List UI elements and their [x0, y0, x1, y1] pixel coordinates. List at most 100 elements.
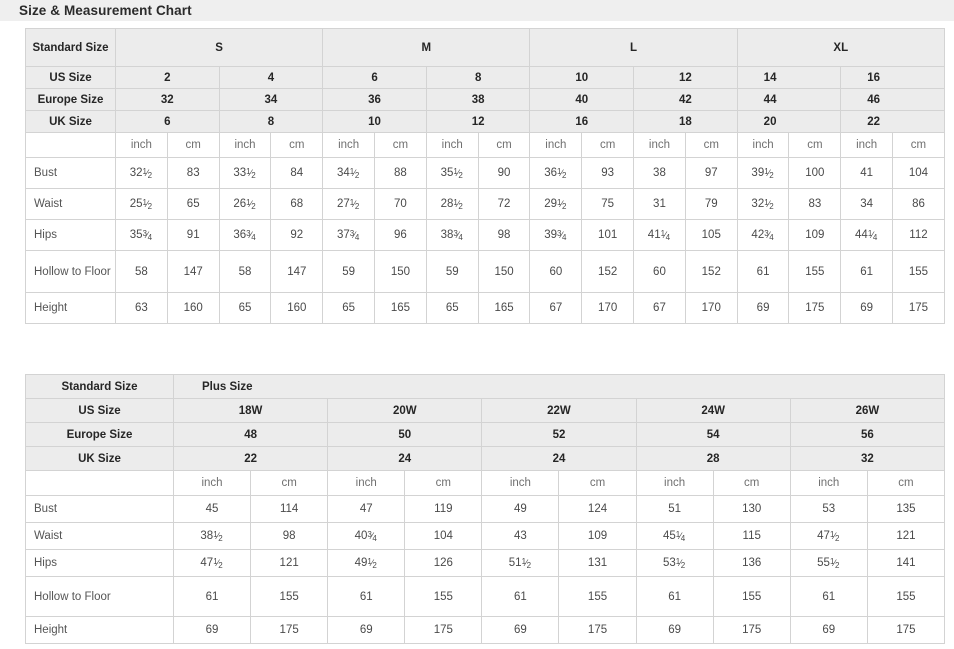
- size-group-l: L: [529, 28, 738, 67]
- measurement-value-inch: 353⁄4: [115, 219, 168, 251]
- measurement-row: Waist 251⁄2 65 261⁄2 68 271⁄2 70 281⁄2 72 291⁄2 75…: [25, 188, 945, 220]
- measurement-value-inch: 69: [481, 616, 560, 644]
- plus-size-table-body: Standard Size Plus Size US Size 18W 20W …: [25, 374, 946, 644]
- plus-size-table: Standard Size Plus Size US Size 18W 20W …: [25, 374, 946, 644]
- size-group-s: S: [114, 28, 324, 67]
- measurement-label: Height: [25, 616, 174, 644]
- standard-size-table-wrapper: Standard Size S M L XL US Size 2 4 6 8 1…: [25, 28, 945, 324]
- unit-inch: inch: [425, 132, 479, 158]
- europe-size-value: 56: [789, 422, 946, 447]
- measurement-value-inch: 403⁄4: [327, 522, 406, 550]
- measurement-value-inch: 373⁄4: [322, 219, 376, 251]
- unit-cm: cm: [270, 132, 324, 158]
- standard-size-table-body: Standard Size S M L XL US Size 2 4 6 8 1…: [25, 28, 945, 324]
- page-title: Size & Measurement Chart: [19, 2, 192, 18]
- measurement-label: Waist: [25, 188, 116, 220]
- europe-size-value: 42: [633, 88, 738, 111]
- unit-cm: cm: [374, 132, 427, 158]
- unit-inch: inch: [481, 470, 560, 496]
- measurement-value-cm: 91: [166, 219, 220, 251]
- measurement-value-inch: 63: [115, 292, 168, 324]
- measurement-value-inch: 61: [736, 250, 790, 293]
- measurement-value-inch: 393⁄4: [529, 219, 583, 251]
- unit-inch: inch: [218, 132, 272, 158]
- unit-inch: inch: [529, 132, 583, 158]
- measurement-value-cm: 104: [892, 157, 945, 189]
- measurement-value-inch: 391⁄2: [736, 157, 790, 189]
- measurement-value-inch: 61: [481, 576, 560, 617]
- measurement-label: Hips: [25, 219, 116, 251]
- measurement-row: Height 63 160 65 160 65 165 65 165 67 170 67 170 69 17…: [25, 292, 945, 324]
- measurement-value-cm: 175: [866, 616, 946, 644]
- measurement-value-inch: 471⁄2: [789, 522, 868, 550]
- europe-size-value: 34: [218, 88, 324, 111]
- unit-inch: inch: [840, 132, 894, 158]
- measurement-value-cm: 165: [477, 292, 531, 324]
- unit-inch: inch: [115, 132, 168, 158]
- measurement-value-cm: 88: [374, 157, 427, 189]
- measurement-value-inch: 411⁄4: [633, 219, 686, 251]
- measurement-value-cm: 79: [684, 188, 738, 220]
- measurement-value-inch: 58: [115, 250, 168, 293]
- unit-inch: inch: [172, 470, 252, 496]
- measurement-value-cm: 141: [866, 549, 946, 577]
- unit-inch: inch: [635, 470, 714, 496]
- measurement-row: Bust 45 114 47 119 49 124 51 130 53 135: [25, 495, 946, 523]
- uk-size-value: 24: [327, 446, 483, 471]
- measurement-value-inch: 361⁄2: [529, 157, 583, 189]
- unit-cm: cm: [892, 132, 945, 158]
- plus-size-table-wrapper: Standard Size Plus Size US Size 18W 20W …: [25, 374, 946, 644]
- measurement-value-inch: 41: [840, 157, 894, 189]
- tables-spacer: [0, 324, 954, 374]
- measurement-value-cm: 75: [581, 188, 635, 220]
- measurement-value-inch: 423⁄4: [736, 219, 790, 251]
- measurement-value-cm: 83: [788, 188, 842, 220]
- us-size-value: 18W: [172, 398, 329, 423]
- measurement-value-inch: 60: [529, 250, 583, 293]
- unit-cm: cm: [166, 132, 220, 158]
- us-size-value: 8: [425, 66, 531, 89]
- measurement-value-inch: 69: [789, 616, 868, 644]
- measurement-value-cm: 147: [270, 250, 324, 293]
- measurement-value-cm: 155: [558, 576, 637, 617]
- us-size-value: 26W: [789, 398, 946, 423]
- plus-size-label-header: Standard Size: [25, 374, 174, 399]
- uk-size-value: 16: [529, 110, 635, 133]
- europe-size-value: 32: [115, 88, 220, 111]
- measurement-value-inch: 531⁄2: [635, 549, 714, 577]
- measurement-value-cm: 105: [684, 219, 738, 251]
- unit-row-spacer: [25, 470, 174, 496]
- europe-size-value: 46: [840, 88, 945, 111]
- unit-row-spacer: [25, 132, 116, 158]
- measurement-label: Waist: [25, 522, 174, 550]
- uk-size-value: 12: [425, 110, 531, 133]
- measurement-value-inch: 43: [481, 522, 560, 550]
- uk-size-value: 6: [115, 110, 220, 133]
- measurement-value-inch: 61: [327, 576, 406, 617]
- title-spacer: [0, 21, 954, 28]
- measurement-value-inch: 65: [322, 292, 376, 324]
- measurement-value-inch: 281⁄2: [425, 188, 479, 220]
- measurement-label: Bust: [25, 157, 116, 189]
- measurement-value-cm: 170: [581, 292, 635, 324]
- measurement-value-cm: 170: [684, 292, 738, 324]
- measurement-value-cm: 90: [477, 157, 531, 189]
- measurement-value-inch: 341⁄2: [322, 157, 376, 189]
- measurement-value-inch: 67: [529, 292, 583, 324]
- measurement-value-inch: 363⁄4: [218, 219, 272, 251]
- measurement-value-inch: 69: [327, 616, 406, 644]
- uk-size-value: 22: [840, 110, 945, 133]
- unit-cm: cm: [558, 470, 637, 496]
- standard-us-size-row: US Size 2 4 6 8 10 12 14 16: [25, 66, 945, 89]
- unit-cm: cm: [712, 470, 791, 496]
- measurement-value-inch: 271⁄2: [322, 188, 376, 220]
- us-size-value: 10: [529, 66, 635, 89]
- measurement-value-cm: 109: [788, 219, 842, 251]
- measurement-value-cm: 83: [166, 157, 220, 189]
- measurement-value-inch: 47: [327, 495, 406, 523]
- unit-cm: cm: [866, 470, 946, 496]
- unit-cm: cm: [250, 470, 329, 496]
- measurement-value-cm: 175: [250, 616, 329, 644]
- europe-size-value: 54: [635, 422, 791, 447]
- size-group-xl: XL: [736, 28, 945, 67]
